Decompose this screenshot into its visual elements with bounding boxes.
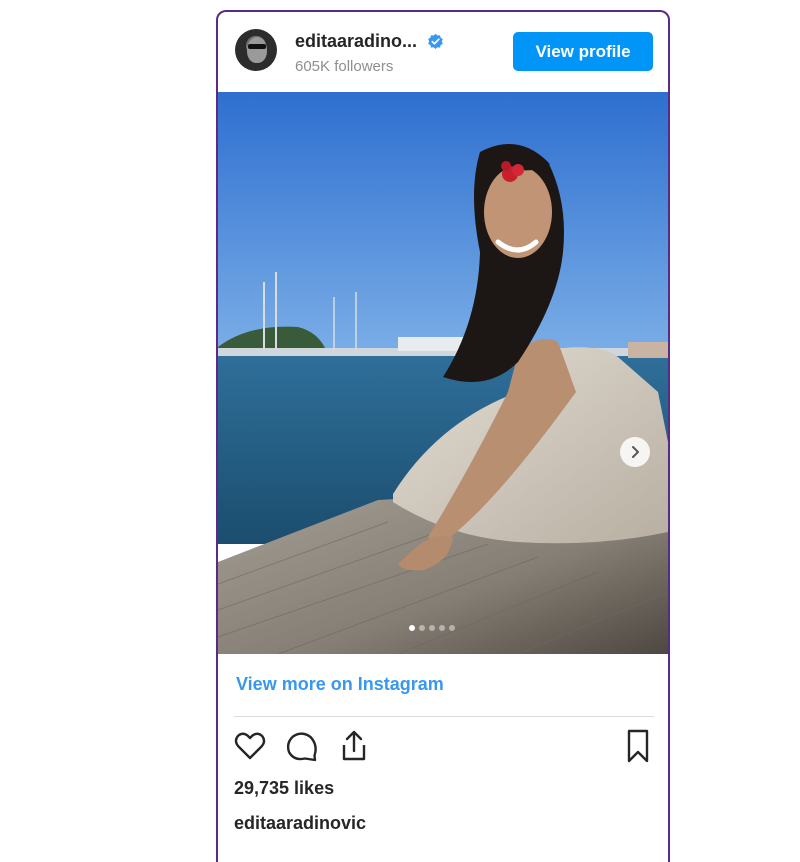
followers-count: 605K followers [295, 58, 394, 75]
carousel-dot [419, 625, 425, 631]
carousel-dot [449, 625, 455, 631]
post-header: editaaradino... 605K followers View prof… [218, 12, 668, 92]
comment-icon[interactable] [284, 728, 320, 764]
likes-count[interactable]: 29,735 likes [234, 778, 334, 799]
view-profile-button[interactable]: View profile [513, 32, 653, 71]
verified-badge-icon [428, 33, 443, 49]
photo-image [218, 92, 668, 654]
action-bar [232, 728, 656, 764]
avatar-face [247, 37, 267, 63]
avatar-glasses [248, 44, 266, 49]
post-photo[interactable] [218, 92, 668, 654]
chevron-right-icon [632, 446, 639, 458]
next-slide-button[interactable] [620, 437, 650, 467]
heart-icon[interactable] [232, 728, 268, 764]
avatar[interactable] [235, 29, 277, 71]
bookmark-icon[interactable] [620, 728, 656, 764]
share-icon[interactable] [336, 728, 372, 764]
carousel-dot [429, 625, 435, 631]
carousel-dots [409, 625, 455, 631]
username[interactable]: editaaradino... [295, 31, 417, 52]
carousel-dot [409, 625, 415, 631]
divider [234, 716, 654, 717]
carousel-dot [439, 625, 445, 631]
username-row: editaaradino... [295, 31, 444, 52]
view-more-link[interactable]: View more on Instagram [236, 674, 444, 695]
caption-username[interactable]: editaaradinovic [234, 813, 366, 834]
instagram-embed-card: editaaradino... 605K followers View prof… [216, 10, 670, 862]
